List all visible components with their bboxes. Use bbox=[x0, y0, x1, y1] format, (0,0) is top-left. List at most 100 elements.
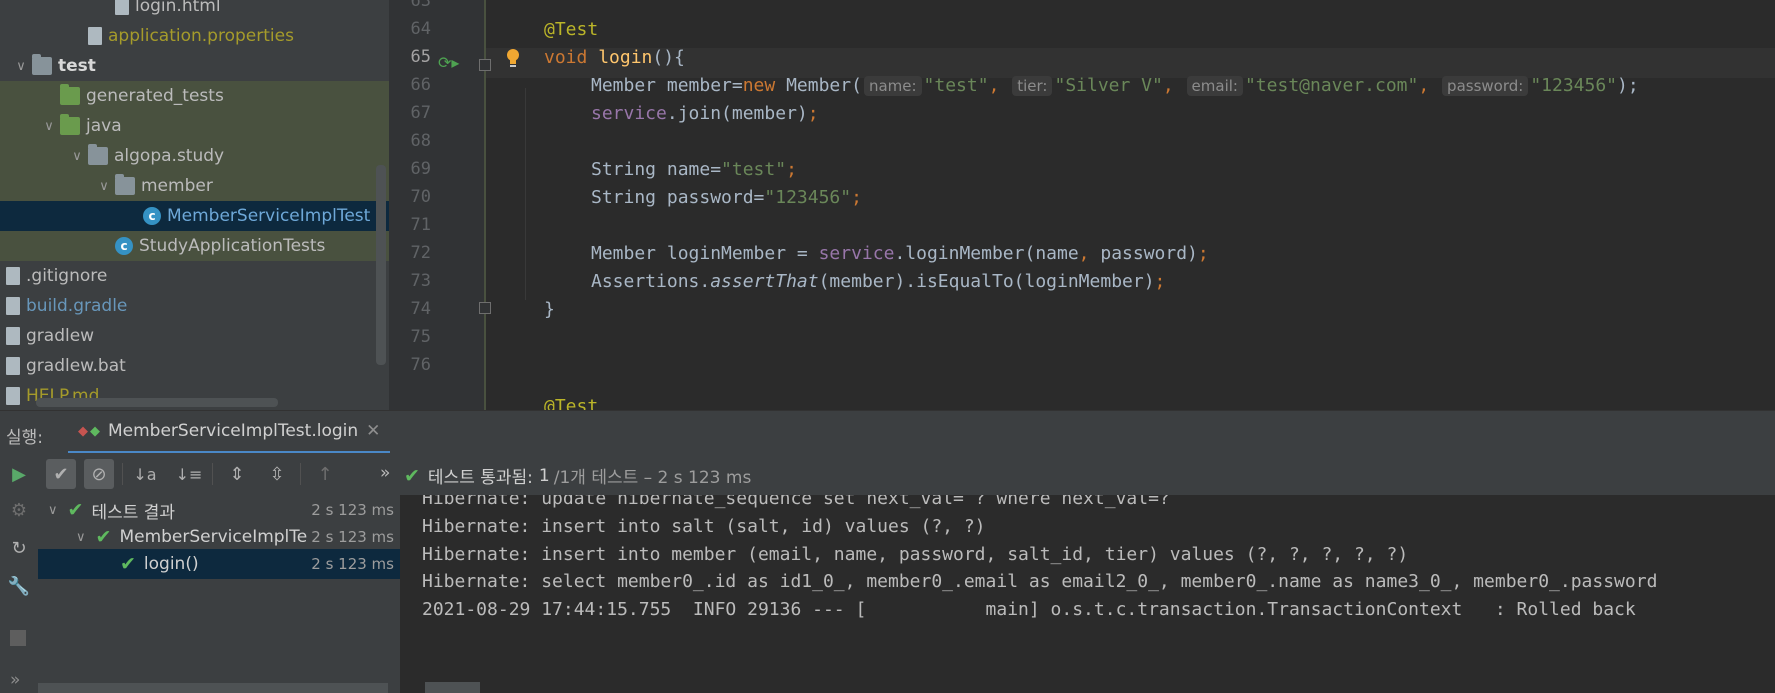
indent-guide bbox=[525, 88, 526, 300]
package-icon bbox=[115, 174, 135, 195]
chevron-down-icon[interactable]: ∨ bbox=[14, 59, 28, 74]
chevron-down-icon[interactable]: ∨ bbox=[70, 149, 84, 164]
run-test-gutter-icon[interactable]: ⟳▸ bbox=[438, 53, 459, 72]
test-tree-scrollbar[interactable] bbox=[38, 683, 388, 693]
passed-check-icon: ✔ bbox=[120, 553, 136, 575]
run-tab[interactable]: ◆ ◆ MemberServiceImplTest.login ✕ bbox=[68, 411, 391, 454]
run-label: 실행: bbox=[6, 428, 44, 448]
code-line-76: @Test bbox=[544, 396, 598, 410]
project-horizontal-scrollbar[interactable] bbox=[36, 398, 278, 407]
collapse-all-icon[interactable]: ⇳ bbox=[262, 459, 292, 489]
project-tree-item[interactable]: ∨ java bbox=[0, 111, 389, 141]
project-tree-item[interactable]: gradlew bbox=[0, 321, 389, 351]
html-file-icon bbox=[115, 0, 129, 15]
status-detail: /1개 테스트 – 2 s 123 ms bbox=[553, 468, 752, 488]
sort-by-duration-icon[interactable]: ↓≡ bbox=[174, 459, 204, 489]
code-editor[interactable]: 63 64 65 66 67 68 69 70 71 72 73 74 75 76 ⟳▸ @Test vo… bbox=[389, 0, 1775, 410]
code-text: String password= bbox=[591, 187, 765, 208]
test-name: 테스트 결과 bbox=[91, 502, 176, 523]
line-number: 73 bbox=[410, 271, 431, 291]
chevron-down-icon[interactable]: ∨ bbox=[97, 179, 111, 194]
text-file-icon bbox=[6, 357, 20, 375]
terminal-file-icon bbox=[6, 327, 20, 345]
method-name: login bbox=[598, 47, 653, 68]
test-duration: 2 s 123 ms bbox=[311, 501, 394, 519]
line-number: 63 bbox=[410, 0, 431, 11]
code-line-65: void login(){ bbox=[544, 47, 685, 68]
code-text: } bbox=[544, 299, 555, 320]
test-source-folder-icon bbox=[60, 114, 80, 135]
punctuation: ; bbox=[786, 159, 797, 180]
chevron-down-icon[interactable]: ∨ bbox=[42, 119, 56, 134]
line-number: 69 bbox=[410, 159, 431, 179]
test-tree-item[interactable]: ∨ ✔ 테스트 결과 2 s 123 ms bbox=[38, 495, 400, 525]
punctuation: , bbox=[988, 75, 1000, 96]
annotation: @Test bbox=[544, 396, 599, 410]
expand-all-icon[interactable]: ⇕ bbox=[222, 459, 252, 489]
code-text: Member loginMember = bbox=[591, 243, 819, 264]
project-tree-item[interactable]: c MemberServiceImplTest bbox=[0, 201, 389, 231]
line-number: 72 bbox=[410, 243, 431, 263]
line-number: 66 bbox=[410, 75, 431, 95]
line-number: 75 bbox=[410, 327, 431, 347]
code-text: (){ bbox=[652, 47, 685, 68]
punctuation: ; bbox=[1197, 243, 1209, 264]
code-line-73: Assertions.assertThat(member).isEqualTo(… bbox=[591, 271, 1165, 292]
test-class-icon: c bbox=[115, 237, 133, 255]
punctuation: ; bbox=[851, 187, 862, 208]
project-tree-item-label: build.gradle bbox=[26, 296, 128, 316]
stop-icon[interactable] bbox=[10, 630, 26, 646]
gradle-icon bbox=[6, 297, 20, 315]
field-name: service bbox=[591, 103, 667, 124]
project-tree-item[interactable]: ∨ algopa.study bbox=[0, 141, 389, 171]
project-tree-item[interactable]: ∨ member bbox=[0, 171, 389, 201]
lightbulb-icon[interactable] bbox=[505, 48, 521, 68]
console-scrollbar[interactable] bbox=[425, 682, 480, 693]
project-tree-item[interactable]: login.html bbox=[0, 0, 389, 21]
project-tree-item-label: algopa.study bbox=[114, 146, 225, 166]
test-tree-item[interactable]: ∨ ✔ MemberServiceImplTe 2 s 123 ms bbox=[38, 522, 400, 552]
project-tree-item[interactable]: gradlew.bat bbox=[0, 351, 389, 381]
project-tree-item-label: test bbox=[58, 56, 96, 76]
string-literal: "123456" bbox=[764, 187, 852, 208]
project-tree-item[interactable]: ∨ test bbox=[0, 51, 389, 81]
test-name: login() bbox=[143, 554, 199, 574]
close-tab-icon[interactable]: ✕ bbox=[366, 421, 380, 441]
project-vertical-scrollbar[interactable] bbox=[376, 165, 386, 365]
string-literal: "test" bbox=[923, 75, 989, 96]
project-tree-item-label: gradlew.bat bbox=[26, 356, 126, 376]
show-passed-toggle-icon[interactable]: ✔ bbox=[46, 459, 76, 489]
test-tree-item[interactable]: ✔ login() 2 s 123 ms bbox=[38, 549, 400, 579]
parameter-hint: name: bbox=[863, 76, 922, 96]
settings-wrench-icon[interactable]: 🔧 bbox=[4, 571, 34, 601]
debug-icon[interactable]: ⚙ bbox=[4, 495, 34, 525]
markdown-file-icon bbox=[6, 387, 20, 405]
more-actions-icon[interactable]: » bbox=[380, 463, 390, 483]
punctuation: , bbox=[1418, 75, 1430, 96]
rerun-icon[interactable]: ▶ bbox=[4, 459, 34, 489]
project-tree-item[interactable]: build.gradle bbox=[0, 291, 389, 321]
chevron-down-icon[interactable]: ∨ bbox=[48, 503, 58, 518]
project-tree-item[interactable]: .gitignore bbox=[0, 261, 389, 291]
more-icon[interactable]: » bbox=[10, 670, 20, 690]
fold-marker-icon[interactable] bbox=[479, 302, 491, 314]
console-line: Hibernate: insert into member (email, na… bbox=[422, 543, 1409, 565]
project-tree-item[interactable]: application.properties bbox=[0, 21, 389, 51]
previous-failed-icon[interactable]: ↑ bbox=[310, 459, 340, 489]
test-run-config-icon-half: ◆ bbox=[90, 423, 100, 439]
static-method: assertThat bbox=[710, 271, 819, 292]
gitignore-file-icon bbox=[6, 267, 20, 285]
status-prefix: 테스트 통과됨: bbox=[427, 468, 533, 488]
chevron-down-icon[interactable]: ∨ bbox=[76, 530, 86, 545]
project-tree-item[interactable]: generated_tests bbox=[0, 81, 389, 111]
fold-marker-icon[interactable] bbox=[479, 59, 491, 71]
project-tree-item[interactable]: c StudyApplicationTests bbox=[0, 231, 389, 261]
line-number: 74 bbox=[410, 299, 431, 319]
toggle-auto-test-icon[interactable]: ↻ bbox=[4, 533, 34, 563]
console-output[interactable]: Hibernate: update hibernate_sequence set… bbox=[400, 495, 1775, 693]
code-text: (member).isEqualTo(loginMember) bbox=[818, 271, 1155, 292]
show-ignored-toggle-icon[interactable]: ⊘ bbox=[84, 459, 114, 489]
sort-alphabetically-icon[interactable]: ↓a bbox=[130, 459, 160, 489]
code-line-64: @Test bbox=[544, 19, 598, 40]
code-line-69: String name="test"; bbox=[591, 159, 797, 180]
